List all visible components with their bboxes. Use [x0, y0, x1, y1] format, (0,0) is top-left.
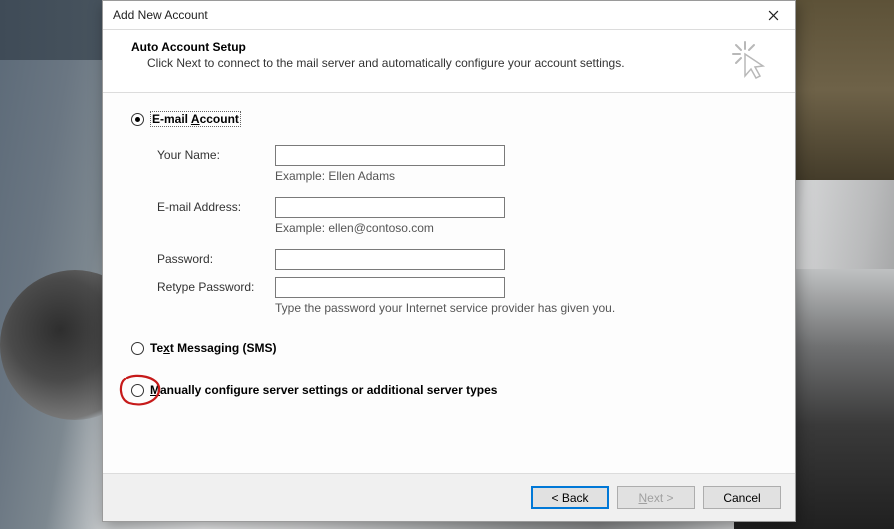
option-sms[interactable]: Text Messaging (SMS): [131, 341, 773, 355]
password-label: Password:: [157, 252, 275, 266]
back-button[interactable]: < Back: [531, 486, 609, 509]
email-hint: Example: ellen@contoso.com: [157, 219, 773, 247]
close-button[interactable]: [751, 1, 795, 29]
window-title: Add New Account: [113, 8, 751, 22]
add-account-dialog: Add New Account Auto Account Setup Click…: [102, 0, 796, 522]
option-label: E-mail Account: [150, 111, 241, 127]
option-label: Text Messaging (SMS): [150, 341, 277, 355]
dialog-header: Auto Account Setup Click Next to connect…: [103, 30, 795, 93]
radio-icon: [131, 384, 144, 397]
dialog-body: E-mail Account Your Name: Example: Ellen…: [103, 93, 795, 473]
name-input[interactable]: [275, 145, 505, 166]
email-input[interactable]: [275, 197, 505, 218]
header-title: Auto Account Setup: [131, 40, 719, 54]
option-label: Manually configure server settings or ad…: [150, 383, 497, 397]
name-label: Your Name:: [157, 148, 275, 162]
name-hint: Example: Ellen Adams: [157, 167, 773, 195]
retype-password-input[interactable]: [275, 277, 505, 298]
option-manual-config[interactable]: Manually configure server settings or ad…: [131, 383, 773, 397]
option-email-account[interactable]: E-mail Account: [131, 111, 773, 127]
dialog-footer: < Back Next > Cancel: [103, 473, 795, 521]
email-form: Your Name: Example: Ellen Adams E-mail A…: [131, 141, 773, 335]
close-icon: [768, 10, 779, 21]
setup-cursor-icon: [731, 40, 771, 80]
retype-label: Retype Password:: [157, 280, 275, 294]
header-subtitle: Click Next to connect to the mail server…: [131, 56, 719, 70]
radio-icon: [131, 342, 144, 355]
radio-icon: [131, 113, 144, 126]
cancel-button[interactable]: Cancel: [703, 486, 781, 509]
email-label: E-mail Address:: [157, 200, 275, 214]
next-button[interactable]: Next >: [617, 486, 695, 509]
password-hint: Type the password your Internet service …: [157, 299, 773, 323]
titlebar: Add New Account: [103, 1, 795, 30]
password-input[interactable]: [275, 249, 505, 270]
